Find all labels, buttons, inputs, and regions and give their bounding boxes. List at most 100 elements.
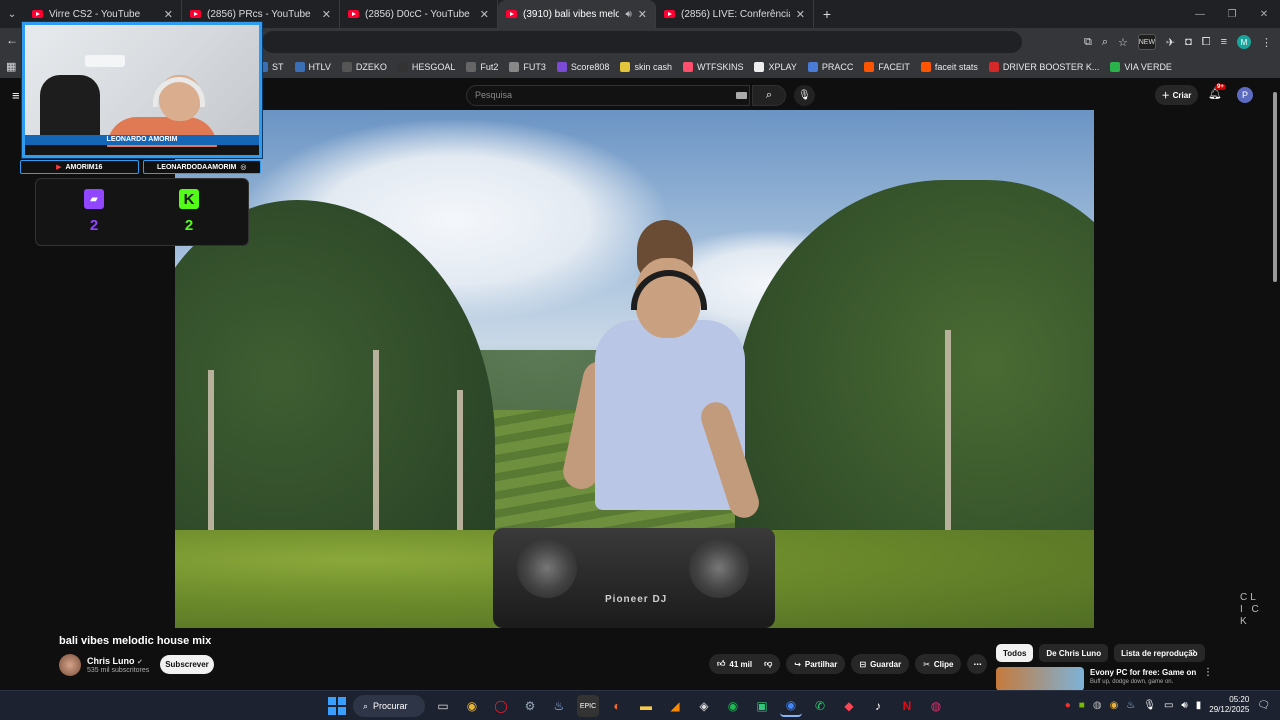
bookmark-item[interactable]: Score808 bbox=[556, 62, 609, 72]
opera-icon[interactable]: ◯ bbox=[490, 695, 512, 717]
maximize-button[interactable]: ❐ bbox=[1216, 0, 1248, 28]
tiktok-icon[interactable]: ♪ bbox=[867, 695, 889, 717]
bookmark-item[interactable]: HTLV bbox=[294, 62, 331, 72]
chip-lista-de-reproducao[interactable]: Lista de reprodução bbox=[1114, 644, 1205, 662]
chrome-icon[interactable]: ◉ bbox=[461, 695, 483, 717]
channel-avatar[interactable] bbox=[59, 654, 81, 676]
create-button[interactable]: ＋ Criar bbox=[1155, 85, 1198, 105]
bookmark-item[interactable]: DRIVER BOOSTER K... bbox=[988, 62, 1099, 72]
tray-chrome-icon[interactable]: ◉ bbox=[1110, 700, 1119, 711]
save-button[interactable]: ⊟ Guardar bbox=[851, 654, 910, 674]
voice-search-button[interactable]: 🎙︎ bbox=[794, 85, 815, 106]
account-avatar[interactable]: P bbox=[1237, 87, 1253, 103]
close-icon[interactable]: ✕ bbox=[796, 8, 805, 21]
clip-button[interactable]: ✂ Clipe bbox=[915, 654, 962, 674]
bookmark-star-icon[interactable]: ☆ bbox=[1118, 36, 1128, 49]
search-input[interactable]: Pesquisa bbox=[466, 85, 750, 106]
faceit-icon[interactable]: ◈ bbox=[693, 695, 715, 717]
recommended-title[interactable]: Evony PC for free: Game on bbox=[1090, 668, 1196, 677]
app-red-icon[interactable]: ◍ bbox=[925, 695, 947, 717]
windows-start-icon[interactable] bbox=[328, 697, 346, 715]
bookmark-item[interactable]: HESGOAL bbox=[397, 62, 456, 72]
close-icon[interactable]: ✕ bbox=[322, 8, 331, 21]
tray-display-icon[interactable]: ▭ bbox=[1164, 700, 1173, 711]
steam-icon[interactable]: ♨ bbox=[548, 695, 570, 717]
tab-d0cc[interactable]: (2856) D0cC - YouTube ✕ bbox=[340, 0, 498, 28]
subscribe-button[interactable]: Subscrever bbox=[160, 655, 214, 674]
spotify-icon[interactable]: ◉ bbox=[722, 695, 744, 717]
tab-live-conferencia[interactable]: (2856) LIVE: Conferência Antev ✕ bbox=[656, 0, 814, 28]
bookmark-item[interactable]: WTFSKINS bbox=[682, 62, 743, 72]
bookmark-item[interactable]: PRACC bbox=[807, 62, 853, 72]
bookmark-item[interactable]: FACEIT bbox=[864, 62, 910, 72]
extensions-puzzle-icon[interactable]: ⧠ bbox=[1202, 36, 1211, 49]
game-app-icon[interactable]: ▣ bbox=[751, 695, 773, 717]
apps-grid-icon[interactable]: ▦ bbox=[6, 60, 16, 73]
tab-bali-vibes[interactable]: (3910) bali vibes melodic h 🔊︎ ✕ bbox=[498, 0, 656, 28]
video-player[interactable]: Pioneer DJ bbox=[175, 110, 1094, 628]
taskbar-search[interactable]: ⌕ Procurar bbox=[353, 695, 425, 717]
new-tab-button[interactable]: + bbox=[814, 0, 840, 28]
extension-icon[interactable]: ✈ bbox=[1166, 36, 1175, 49]
origin-icon[interactable]: ◐ bbox=[606, 695, 628, 717]
clock[interactable]: 05:20 29/12/2025 bbox=[1209, 695, 1249, 715]
search-button[interactable]: ⌕ bbox=[752, 85, 786, 106]
speaker-icon[interactable]: 🔊︎ bbox=[625, 9, 631, 20]
hamburger-menu-icon[interactable]: ≡ bbox=[12, 88, 20, 103]
tab-search-button[interactable]: ⌄ bbox=[0, 0, 24, 28]
close-icon[interactable]: ✕ bbox=[638, 8, 647, 21]
file-explorer-icon[interactable]: ▬ bbox=[635, 695, 657, 717]
bookmark-item[interactable]: Fut2 bbox=[466, 62, 498, 72]
close-window-button[interactable]: ✕ bbox=[1248, 0, 1280, 28]
bookmark-item[interactable]: VIA VERDE bbox=[1110, 62, 1172, 72]
address-bar[interactable] bbox=[262, 31, 1022, 53]
keyboard-icon[interactable] bbox=[736, 92, 747, 99]
extension-new-icon[interactable]: NEW bbox=[1137, 34, 1156, 50]
bookmark-label: HESGOAL bbox=[411, 62, 456, 72]
dislike-icon[interactable]: 👎︎ bbox=[764, 659, 772, 669]
recommended-thumbnail[interactable] bbox=[996, 667, 1084, 691]
scrollbar-thumb[interactable] bbox=[1273, 92, 1277, 282]
bookmark-item[interactable]: XPLAY bbox=[754, 62, 797, 72]
app-icon[interactable]: ◢ bbox=[664, 695, 686, 717]
video-watermark: CLI CK bbox=[1240, 592, 1262, 627]
valorant-icon[interactable]: ◆ bbox=[838, 695, 860, 717]
tray-nvidia-icon[interactable]: ■ bbox=[1079, 700, 1085, 711]
netflix-icon[interactable]: N bbox=[896, 695, 918, 717]
zoom-icon[interactable]: ⌕ bbox=[1102, 36, 1108, 49]
epic-games-icon[interactable]: EPIC bbox=[577, 695, 599, 717]
like-button[interactable]: 👍︎ 41 mil 👎︎ bbox=[709, 654, 781, 674]
bookmark-item[interactable]: FUT3 bbox=[509, 62, 546, 72]
cast-icon[interactable]: ⧉ bbox=[1084, 36, 1092, 49]
minimize-button[interactable]: — bbox=[1184, 0, 1216, 28]
more-actions-button[interactable]: ⋯ bbox=[967, 654, 988, 674]
share-button[interactable]: ↪ Partilhar bbox=[786, 654, 846, 674]
tray-mic-icon[interactable]: 🎙︎ bbox=[1143, 700, 1156, 711]
more-vertical-icon[interactable]: ⋮ bbox=[1203, 667, 1213, 678]
task-view-icon[interactable]: ▭ bbox=[432, 695, 454, 717]
chevron-right-icon[interactable]: › bbox=[1192, 646, 1196, 658]
whatsapp-icon[interactable]: ✆ bbox=[809, 695, 831, 717]
tray-red-icon[interactable]: ● bbox=[1065, 700, 1071, 711]
microphone-icon: 🎙︎ bbox=[798, 90, 811, 101]
extension-shield-icon[interactable]: ◘ bbox=[1185, 36, 1192, 48]
close-icon[interactable]: ✕ bbox=[480, 8, 489, 21]
back-arrow-icon[interactable]: ← bbox=[6, 33, 18, 47]
chrome-active-icon[interactable]: ◉ bbox=[780, 695, 802, 717]
tray-app-icon[interactable]: ◍ bbox=[1093, 700, 1102, 711]
menu-kebab-icon[interactable]: ⋮ bbox=[1261, 36, 1272, 49]
notification-center-icon[interactable]: 🗨︎ bbox=[1257, 700, 1270, 711]
bookmark-item[interactable]: skin cash bbox=[620, 62, 672, 72]
chip-de-chris-luno[interactable]: De Chris Luno bbox=[1039, 644, 1109, 662]
tray-steam-icon[interactable]: ♨ bbox=[1126, 700, 1135, 711]
close-icon[interactable]: ✕ bbox=[164, 8, 173, 21]
profile-avatar[interactable]: M bbox=[1237, 35, 1251, 49]
tray-speaker-icon[interactable]: 🔊︎ bbox=[1181, 700, 1187, 711]
bookmark-item[interactable]: faceit stats bbox=[920, 62, 978, 72]
chip-todos[interactable]: Todos bbox=[996, 644, 1034, 662]
reading-list-icon[interactable]: ≡ bbox=[1221, 36, 1227, 48]
settings-gear-icon[interactable]: ⚙ bbox=[519, 695, 541, 717]
channel-name[interactable]: Chris Luno ✔ bbox=[87, 656, 143, 666]
bookmark-item[interactable]: DZEKO bbox=[341, 62, 387, 72]
tray-battery-icon[interactable]: ▮ bbox=[1196, 700, 1202, 711]
